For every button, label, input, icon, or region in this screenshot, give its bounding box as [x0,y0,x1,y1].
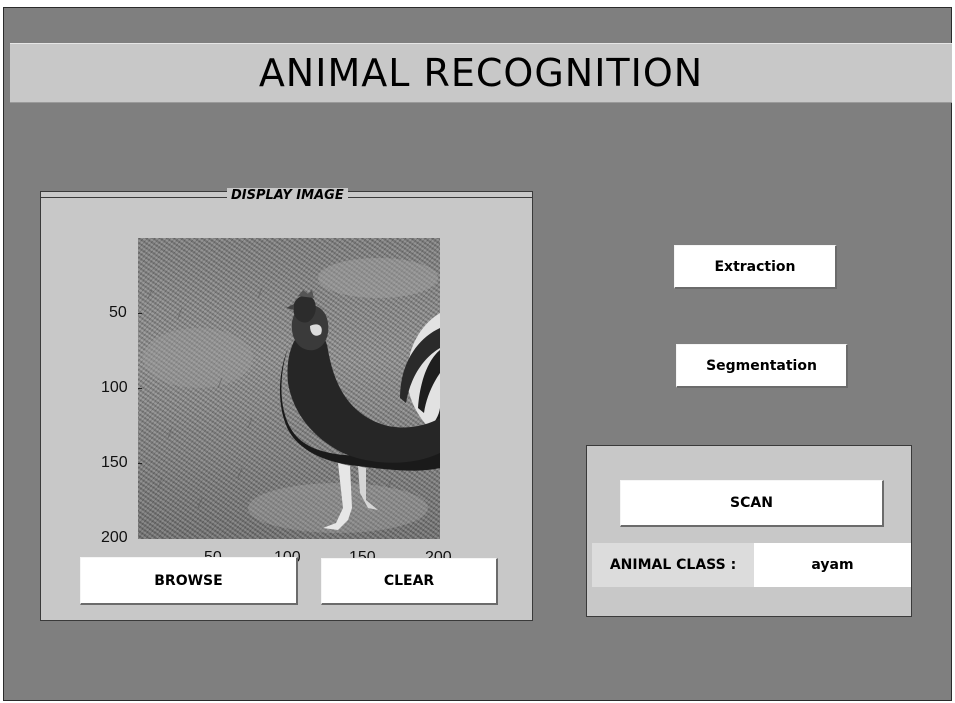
animal-class-value: ayam [754,543,911,587]
y-tick-mark [138,388,142,389]
browse-button[interactable]: BROWSE [80,557,298,605]
animal-class-label: ANIMAL CLASS : [592,543,754,587]
y-tick-mark [138,313,142,314]
rooster-image [143,258,440,533]
segmentation-button[interactable]: Segmentation [676,344,848,388]
scan-button[interactable]: SCAN [620,480,884,527]
display-image-legend: DISPLAY IMAGE [227,188,348,203]
y-tick-label: 50 [109,304,127,321]
y-tick-label: 100 [101,379,128,396]
y-tick-mark [138,463,142,464]
app-window: ANIMAL RECOGNITION DISPLAY IMAGE 50 100 … [3,7,952,701]
app-title: ANIMAL RECOGNITION [10,43,952,103]
extraction-button[interactable]: Extraction [674,245,837,289]
display-image-panel: DISPLAY IMAGE 50 100 150 200 BROWSE CLEA… [40,188,533,621]
scan-panel: SCAN ANIMAL CLASS : ayam [586,445,912,617]
clear-button[interactable]: CLEAR [321,558,498,605]
y-tick-label: 150 [101,454,128,471]
y-tick-label: 200 [101,529,128,546]
image-axes [138,238,440,539]
